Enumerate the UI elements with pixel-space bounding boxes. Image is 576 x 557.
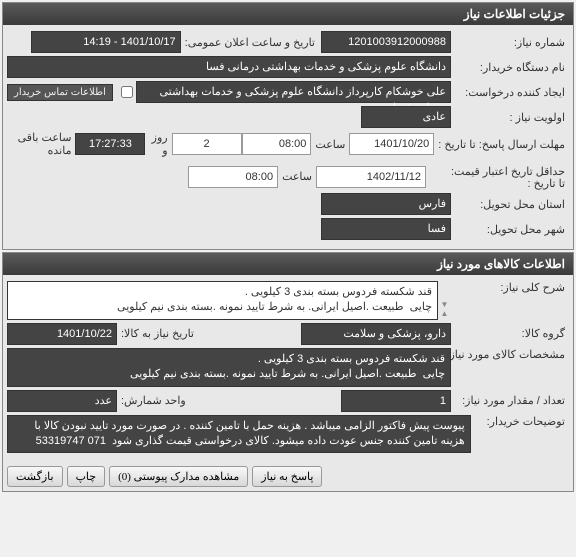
label-goods-group: گروه کالا: <box>451 327 569 340</box>
label-province: استان محل تحویل: <box>451 198 569 211</box>
field-province: فارس <box>321 193 451 215</box>
form-body-1: شماره نیاز: 1201003912000988 تاریخ و ساع… <box>3 25 573 249</box>
panel-header-2: اطلاعات کالاهای مورد نیاز <box>3 253 573 275</box>
form-body-2: شرح کلی نیاز: ▲▼ گروه کالا: دارو، پزشکی … <box>3 275 573 462</box>
goods-info-panel: اطلاعات کالاهای مورد نیاز شرح کلی نیاز: … <box>2 252 574 492</box>
label-qty: تعداد / مقدار مورد نیاز: <box>451 394 569 407</box>
field-city: فسا <box>321 218 451 240</box>
label-deadline: مهلت ارسال پاسخ: تا تاریخ : <box>434 138 569 151</box>
field-general-desc[interactable] <box>7 281 438 320</box>
scroll-indicator-icon: ▲▼ <box>438 281 451 320</box>
field-creator: علی خوشکام کارپرداز دانشگاه علوم پزشکی و… <box>136 81 451 103</box>
field-announce-dt: 1401/10/17 - 14:19 <box>31 31 181 53</box>
field-buyer-notes[interactable] <box>7 415 471 454</box>
label-time1: ساعت <box>311 138 349 151</box>
field-countdown: 17:27:33 <box>75 133 145 155</box>
panel-header-1: جزئیات اطلاعات نیاز <box>3 3 573 25</box>
label-request-no: شماره نیاز: <box>451 36 569 49</box>
need-details-panel: جزئیات اطلاعات نیاز شماره نیاز: 12010039… <box>2 2 574 250</box>
label-remain: ساعت باقی مانده <box>7 131 75 157</box>
field-days: 2 <box>172 133 242 155</box>
label-unit: واحد شمارش: <box>117 394 190 407</box>
label-buyer-notes: توضیحات خریدار: <box>471 415 569 428</box>
field-date1: 1401/10/20 <box>349 133 434 155</box>
view-attachments-button[interactable]: مشاهده مدارک پیوستی (0) <box>109 466 248 487</box>
contact-checkbox[interactable] <box>121 86 133 98</box>
label-to-date: تا تاریخ : <box>426 163 569 190</box>
action-row: پاسخ به نیاز مشاهده مدارک پیوستی (0) چاپ… <box>3 462 573 491</box>
contact-info-button[interactable]: اطلاعات تماس خریدار <box>7 84 113 101</box>
field-goods-spec[interactable] <box>7 348 451 387</box>
label-announce-dt: تاریخ و ساعت اعلان عمومی: <box>181 36 321 49</box>
label-goods-spec: مشخصات کالای مورد نیاز: <box>451 348 569 361</box>
field-time2: 08:00 <box>188 166 278 188</box>
field-qty: 1 <box>341 390 451 412</box>
label-creator: ایجاد کننده درخواست: <box>451 86 569 99</box>
back-button[interactable]: بازگشت <box>7 466 63 487</box>
field-need-date: 1401/10/22 <box>7 323 117 345</box>
print-button[interactable]: چاپ <box>67 466 106 487</box>
field-priority: عادی <box>361 106 451 128</box>
label-time2: ساعت <box>278 170 316 183</box>
field-unit: عدد <box>7 390 117 412</box>
label-city: شهر محل تحویل: <box>451 223 569 236</box>
field-buyer-org: دانشگاه علوم پزشکی و خدمات بهداشتی درمان… <box>7 56 451 78</box>
field-request-no: 1201003912000988 <box>321 31 451 53</box>
label-priority: اولویت نیاز : <box>451 111 569 124</box>
field-goods-group: دارو، پزشکی و سلامت <box>301 323 451 345</box>
field-date2: 1402/11/12 <box>316 166 426 188</box>
field-time1: 08:00 <box>242 133 312 155</box>
label-buyer-org: نام دستگاه خریدار: <box>451 61 569 74</box>
label-general-desc: شرح کلی نیاز: <box>451 281 569 294</box>
reply-button[interactable]: پاسخ به نیاز <box>252 466 322 487</box>
label-day: روز و <box>145 131 171 157</box>
label-need-date: تاریخ نیاز به کالا: <box>117 327 198 340</box>
